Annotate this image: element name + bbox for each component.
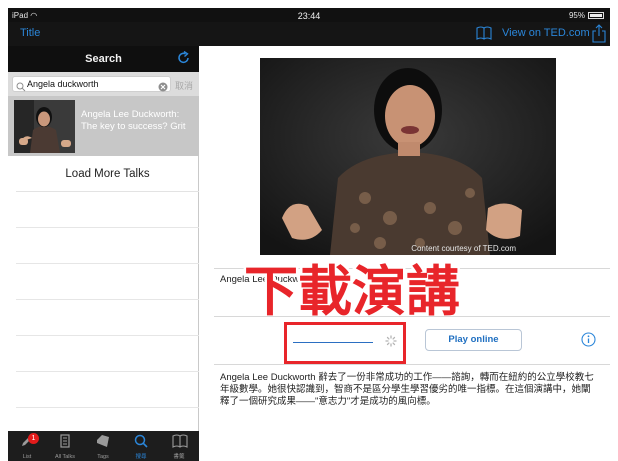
- battery-icon: [588, 12, 604, 19]
- tab-label: Tags: [97, 454, 109, 460]
- search-panel: Search 取消: [8, 46, 199, 461]
- divider: [214, 364, 610, 365]
- tab-label: All Talks: [54, 454, 76, 460]
- video-player[interactable]: Content courtesy of TED.com: [260, 58, 556, 255]
- list-separator: [16, 371, 199, 372]
- tab-label: 搜尋: [135, 454, 147, 460]
- search-icon: [16, 79, 26, 97]
- book-icon[interactable]: [476, 26, 492, 45]
- video-caption: Content courtesy of TED.com: [411, 244, 516, 253]
- list-separator: [16, 263, 199, 264]
- divider: [214, 316, 610, 317]
- search-header-title: Search: [85, 53, 122, 65]
- talk-thumbnail: [14, 100, 75, 153]
- tab-bookmarks[interactable]: 書籤: [160, 431, 198, 461]
- status-bar: iPad ◠ 23:44 95%: [8, 8, 610, 22]
- battery-indicator: 95%: [569, 11, 604, 20]
- book-icon: [172, 434, 188, 453]
- share-icon[interactable]: [592, 24, 606, 48]
- talks-icon: [58, 434, 72, 453]
- list-separator: [16, 407, 199, 408]
- tab-label: List: [22, 454, 32, 460]
- tab-tags[interactable]: Tags: [84, 431, 122, 461]
- tab-label: 書籤: [173, 454, 185, 460]
- overlay-text: 下載演講: [244, 260, 460, 323]
- search-input[interactable]: [27, 78, 155, 90]
- play-online-button[interactable]: Play online: [425, 329, 522, 351]
- search-result-item[interactable]: Angela Lee Duckworth: The key to success…: [8, 96, 199, 156]
- search-field[interactable]: [12, 76, 171, 92]
- refresh-icon[interactable]: [177, 50, 191, 70]
- search-bar: 取消: [8, 72, 199, 96]
- tab-search[interactable]: 搜尋: [122, 431, 160, 461]
- result-title: Angela Lee Duckworth: The key to success…: [81, 109, 186, 132]
- view-on-ted-link[interactable]: View on TED.com: [502, 27, 590, 39]
- list-separator: [16, 227, 199, 228]
- list-separator: [16, 335, 199, 336]
- search-header: Search: [8, 46, 199, 72]
- tab-list[interactable]: 1 List: [8, 431, 46, 461]
- talk-description: Angela Lee Duckworth 辭去了一份非常成功的工作——諮詢，轉而…: [220, 372, 594, 407]
- loading-spinner-icon: [385, 334, 397, 352]
- download-talk-overlay: 下載演講: [242, 258, 472, 331]
- talk-detail-panel: Content courtesy of TED.com Angela Lee D…: [200, 46, 610, 461]
- load-more-button[interactable]: Load More Talks: [16, 156, 199, 192]
- notification-badge: 1: [28, 433, 39, 444]
- nav-title-button[interactable]: Title: [20, 27, 40, 39]
- battery-percent: 95%: [568, 11, 585, 20]
- nav-bar: Title View on TED.com: [8, 22, 610, 46]
- tag-icon: [96, 434, 110, 453]
- speaker-photo: [260, 58, 556, 255]
- cancel-button[interactable]: 取消: [175, 79, 193, 92]
- search-icon: [134, 434, 148, 453]
- tab-bar: 1 List All Talks Tags 搜尋 書籤: [8, 431, 199, 461]
- tab-all-talks[interactable]: All Talks: [46, 431, 84, 461]
- clock: 23:44: [297, 11, 321, 21]
- clear-icon[interactable]: [158, 79, 168, 97]
- list-separator: [16, 299, 199, 300]
- info-icon[interactable]: [581, 332, 596, 352]
- battery-fill: [590, 14, 603, 17]
- download-progress-bar: [293, 342, 373, 343]
